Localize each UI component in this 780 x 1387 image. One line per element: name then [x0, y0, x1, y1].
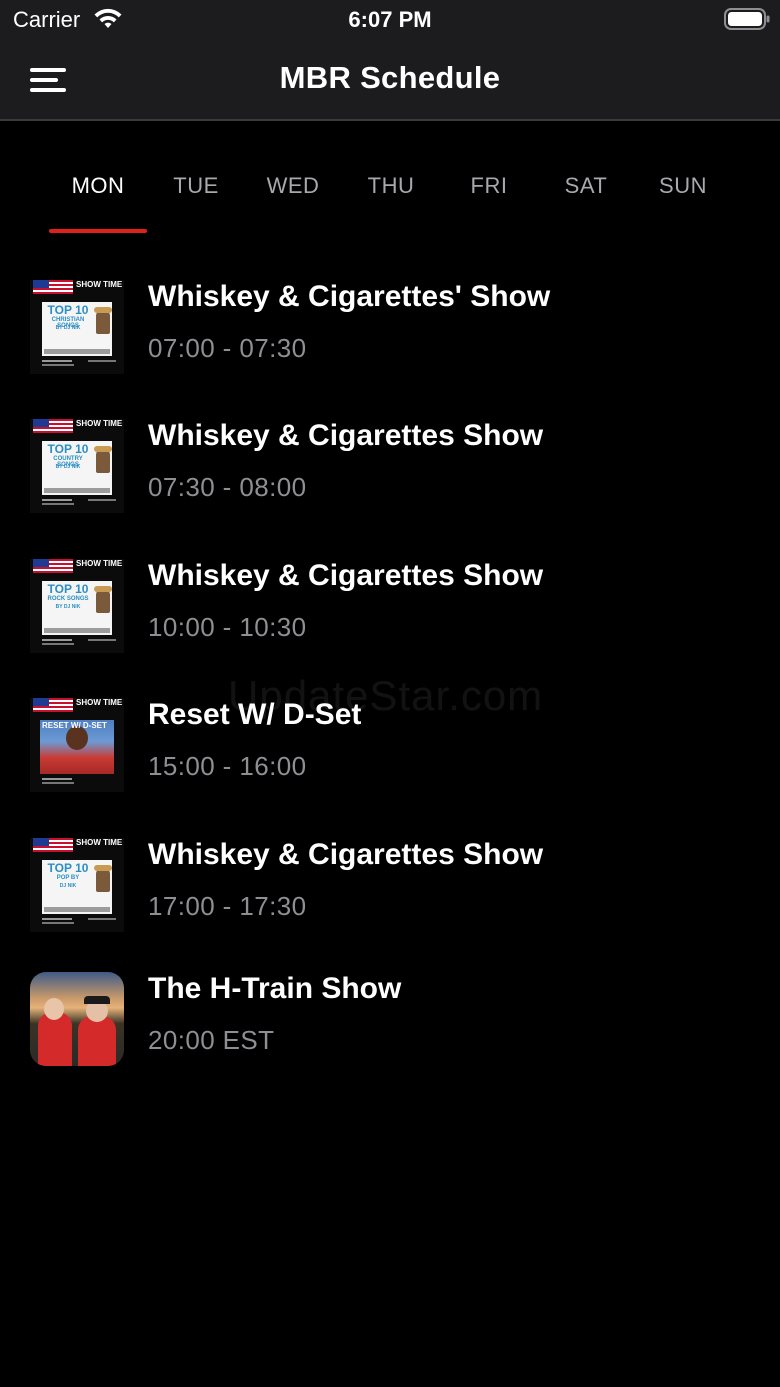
- active-tab-indicator: [49, 229, 147, 233]
- day-tabs: MON TUE WED THU FRI SAT SUN: [0, 123, 780, 235]
- tab-sat[interactable]: SAT: [537, 173, 635, 199]
- schedule-row[interactable]: SHOW TIME TOP 10 POP BY DJ NIK Whiskey &…: [0, 808, 780, 938]
- show-title: The H-Train Show: [148, 972, 402, 1005]
- show-title: Whiskey & Cigarettes Show: [148, 559, 544, 592]
- schedule-row[interactable]: SHOW TIME TOP 10 COUNTRY SONGS BY DJ NIK…: [0, 389, 780, 519]
- tab-fri[interactable]: FRI: [440, 173, 538, 199]
- show-thumbnail: SHOW TIME TOP 10 ROCK SONGS BY DJ NIK: [30, 559, 124, 653]
- watermark: UpdateStar.com: [228, 672, 544, 719]
- show-time: 10:00 - 10:30: [148, 612, 307, 642]
- show-thumbnail: SHOW TIME TOP 10 POP BY DJ NIK: [30, 838, 124, 932]
- schedule-row[interactable]: SHOW TIME TOP 10 CHRISTIAN SONGS BY DJ N…: [0, 250, 780, 380]
- show-time: 15:00 - 16:00: [148, 751, 307, 781]
- show-title: Whiskey & Cigarettes Show: [148, 419, 544, 452]
- tab-sun[interactable]: SUN: [634, 173, 732, 199]
- show-thumbnail: SHOW TIME RESET W/ D-SET: [30, 698, 124, 792]
- show-thumbnail: SHOW TIME TOP 10 CHRISTIAN SONGS BY DJ N…: [30, 280, 124, 374]
- show-time: 07:00 - 07:30: [148, 333, 307, 363]
- page-title: MBR Schedule: [279, 60, 501, 95]
- tab-thu[interactable]: THU: [342, 173, 440, 199]
- tab-tue[interactable]: TUE: [147, 173, 245, 199]
- show-thumbnail: [30, 972, 124, 1066]
- show-time: 17:00 - 17:30: [148, 891, 307, 921]
- status-bar: Carrier 6:07 PM: [0, 0, 780, 40]
- tab-wed[interactable]: WED: [244, 173, 342, 199]
- show-thumbnail: SHOW TIME TOP 10 COUNTRY SONGS BY DJ NIK: [30, 419, 124, 513]
- show-title: Whiskey & Cigarettes Show: [148, 838, 544, 871]
- show-time: 07:30 - 08:00: [148, 472, 307, 502]
- show-time: 20:00 EST: [148, 1025, 275, 1055]
- schedule-row[interactable]: SHOW TIME TOP 10 ROCK SONGS BY DJ NIK Wh…: [0, 529, 780, 659]
- show-title: Whiskey & Cigarettes' Show: [148, 280, 551, 313]
- navigation-bar: MBR Schedule: [0, 40, 780, 121]
- status-time: 6:07 PM: [348, 7, 432, 32]
- battery-icon: [724, 8, 770, 30]
- schedule-row[interactable]: The H-Train Show 20:00 EST: [0, 942, 780, 1072]
- tab-mon[interactable]: MON: [49, 173, 147, 199]
